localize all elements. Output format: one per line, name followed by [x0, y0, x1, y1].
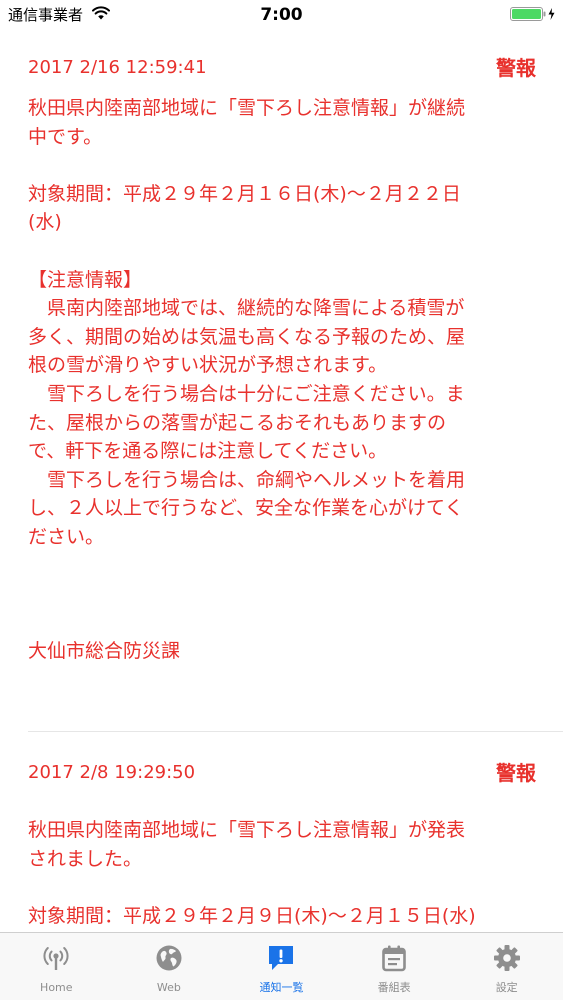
notification-body: 秋田県内陸南部地域に「雪下ろし注意情報」が継続 中です。 対象期間：平成２９年２… — [28, 97, 466, 663]
globe-icon — [156, 945, 182, 971]
app-screen: 通信事業者 7:00 2017 2/16 12:59:41 警報 秋田県内陸南部… — [0, 0, 563, 1000]
tab-label: 設定 — [495, 981, 518, 994]
notification-icon — [269, 946, 294, 970]
notification-header: 2017 2/16 12:59:41 警報 — [28, 53, 536, 83]
tab-web[interactable]: Web — [113, 933, 226, 1000]
status-bar: 通信事業者 7:00 — [0, 0, 563, 30]
tab-settings[interactable]: 設定 — [450, 933, 563, 1000]
calendar-icon — [382, 945, 406, 972]
tab-schedule[interactable]: 番組表 — [338, 933, 451, 1000]
tab-home[interactable]: Home — [0, 933, 113, 1000]
tab-bar: Home Web 通知一覧 番組表 設定 — [0, 932, 563, 1000]
notification-level-badge: 警報 — [496, 761, 536, 785]
status-time: 7:00 — [260, 5, 303, 25]
notification-item[interactable]: 2017 2/8 19:29:50 警報 秋田県内陸南部地域に「雪下ろし注意情報… — [28, 758, 536, 930]
tab-label: 通知一覧 — [259, 981, 304, 994]
tab-notifications[interactable]: 通知一覧 — [225, 933, 338, 1000]
notification-list[interactable]: 2017 2/16 12:59:41 警報 秋田県内陸南部地域に「雪下ろし注意情… — [0, 30, 563, 932]
notification-level-badge: 警報 — [496, 56, 536, 80]
list-divider — [28, 731, 563, 732]
tab-label: 番組表 — [377, 981, 411, 994]
battery-icon — [510, 7, 555, 21]
notification-date: 2017 2/8 19:29:50 — [28, 762, 196, 783]
tab-label: Home — [40, 981, 73, 994]
gear-icon — [493, 945, 520, 971]
tab-label: Web — [156, 981, 181, 994]
notification-header: 2017 2/8 19:29:50 警報 — [28, 758, 536, 788]
notification-body: 秋田県内陸南部地域に「雪下ろし注意情報」が発表 されました。 対象期間：平成２９… — [28, 819, 476, 927]
notification-item[interactable]: 2017 2/16 12:59:41 警報 秋田県内陸南部地域に「雪下ろし注意情… — [28, 53, 536, 666]
broadcast-icon — [43, 947, 69, 970]
notification-date: 2017 2/16 12:59:41 — [28, 57, 207, 78]
